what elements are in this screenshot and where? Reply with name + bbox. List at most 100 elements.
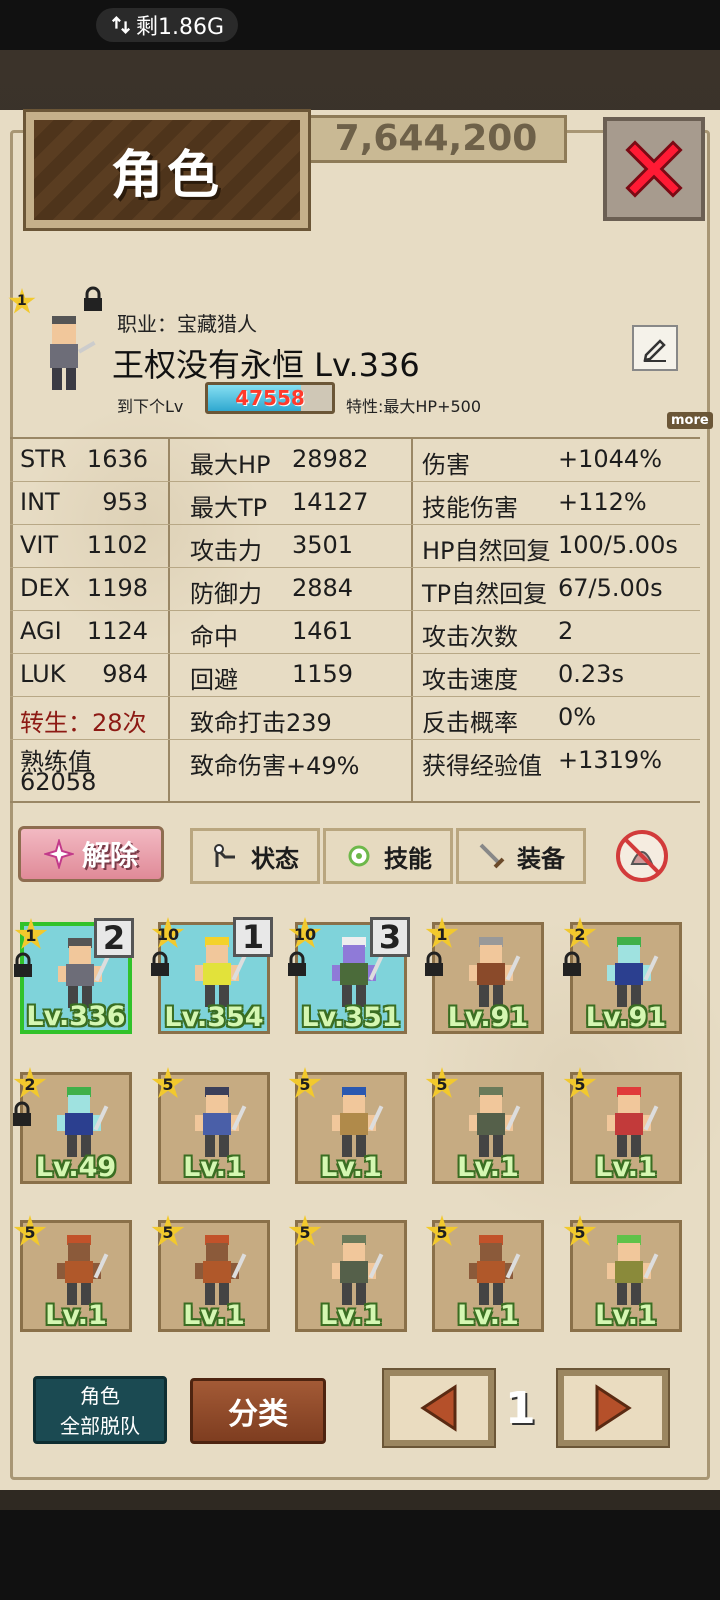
character-level: Lv.1 (183, 1300, 245, 1331)
tab-status[interactable]: 状态 (190, 828, 320, 884)
character-level: Lv.354 (164, 1002, 264, 1033)
star-rank-number: 5 (162, 1223, 174, 1242)
character-header: 1 职业：宝藏猎人 王权没有永恒 Lv.336 到下个Lv 47558 特性:最… (0, 280, 720, 429)
release-label: 解除 (81, 839, 138, 872)
stat-label: 致命打击239 (190, 709, 332, 737)
character-slot[interactable]: 5 Lv.1 (563, 1067, 682, 1184)
character-slot[interactable]: 2 Lv.49 (13, 1067, 132, 1184)
character-slot[interactable]: 5 Lv.1 (425, 1067, 544, 1184)
character-slot[interactable]: 10 3 Lv.351 (288, 917, 410, 1034)
lock-icon (288, 951, 306, 976)
stat-value: +112% (558, 488, 647, 516)
exp-value: 47558 (235, 386, 305, 410)
next-level-label: 到下个Lv (117, 397, 184, 416)
stat-value: 1124 (86, 617, 148, 645)
character-slot[interactable]: 5 Lv.1 (563, 1215, 682, 1332)
star-rank-number: 2 (574, 925, 586, 944)
star-rank-number: 5 (299, 1075, 311, 1094)
dismiss-all-button[interactable]: 角色 全部脱队 (33, 1376, 167, 1444)
character-level: Lv.1 (595, 1300, 657, 1331)
tab-skills[interactable]: 技能 (323, 828, 453, 884)
gold-display: 7,644,200 (305, 115, 567, 163)
stat-value: 1636 (86, 445, 148, 473)
character-slot[interactable]: 5 Lv.1 (13, 1215, 132, 1332)
character-slot[interactable]: 1 2 Lv.336 (14, 918, 134, 1034)
character-portrait (50, 316, 96, 390)
star-rank-number: 5 (162, 1075, 174, 1094)
stats-row: STR 1636 最大HP 28982 伤害 +1044% (10, 439, 700, 482)
character-slot[interactable]: 5 Lv.1 (288, 1067, 407, 1184)
arrow-left-icon (420, 1384, 457, 1432)
stat-value: 0.23s (558, 660, 624, 688)
stat-label: 最大HP (190, 451, 271, 479)
stat-value: 0% (558, 703, 597, 731)
tab-skills-label: 技能 (384, 844, 432, 873)
character-level: Lv.1 (320, 1152, 382, 1183)
stat-label: 防御力 (190, 580, 262, 608)
stat-value: 3501 (292, 531, 354, 559)
sort-button[interactable]: 分类 (190, 1378, 326, 1444)
party-slot-badge: 1 (233, 917, 273, 957)
stat-value: 1461 (292, 617, 354, 645)
edit-name-button[interactable] (632, 325, 678, 371)
sparkle-icon (43, 839, 74, 869)
more-button[interactable]: more (667, 412, 713, 429)
stat-label: 攻击速度 (422, 666, 518, 694)
exp-gain-label: 获得经验值 (422, 752, 542, 780)
character-slot[interactable]: 5 Lv.1 (151, 1215, 270, 1332)
character-slot[interactable]: 1 Lv.91 (425, 917, 544, 1034)
character-name: 王权没有永恒 Lv.336 (112, 346, 420, 384)
release-button[interactable]: 解除 (18, 826, 164, 882)
trait-label: 特性:最大HP+500 (346, 397, 482, 416)
stat-label: 命中 (190, 623, 238, 651)
stat-label: TP自然回复 (422, 580, 548, 608)
page-number: 1 (505, 1383, 536, 1434)
stat-label: 技能伤害 (422, 494, 518, 522)
next-page-button[interactable] (556, 1368, 670, 1448)
skill-gear-icon (348, 845, 370, 867)
character-slot[interactable]: 5 Lv.1 (151, 1067, 270, 1184)
stat-value: 2884 (292, 574, 354, 602)
job-label: 职业：宝藏猎人 (117, 312, 257, 336)
character-slot[interactable]: 5 Lv.1 (288, 1215, 407, 1332)
lock-icon (14, 952, 32, 977)
prev-page-button[interactable] (382, 1368, 496, 1448)
stat-label: VIT (20, 531, 59, 559)
tab-equipment-label: 装备 (517, 844, 565, 873)
character-level: Lv.1 (320, 1300, 382, 1331)
stat-label: INT (20, 488, 60, 516)
close-button[interactable] (603, 117, 705, 221)
data-usage-pill: 剩1.86G (96, 8, 239, 42)
lock-icon (13, 1101, 31, 1126)
character-level: Lv.1 (45, 1300, 107, 1331)
star-rank-number: 5 (24, 1223, 36, 1242)
character-level: Lv.1 (595, 1152, 657, 1183)
character-slot[interactable]: 2 Lv.91 (563, 917, 682, 1034)
stat-label: 反击概率 (422, 709, 518, 737)
stat-label: STR (20, 445, 67, 473)
stats-row: AGI 1124 命中 1461 攻击次数 2 (10, 611, 700, 654)
pencil-icon (643, 339, 666, 362)
status-bar: 剩1.86G (0, 0, 720, 50)
character-slot[interactable]: 5 Lv.1 (425, 1215, 544, 1332)
stats-row: 转生：28次 致命打击239 反击概率 0% (10, 697, 700, 740)
stat-value: 2 (558, 617, 574, 645)
stat-label: 伤害 (422, 451, 470, 479)
character-level: Lv.1 (457, 1152, 519, 1183)
character-slot[interactable]: 10 1 Lv.354 (151, 917, 273, 1034)
lock-icon (563, 951, 581, 976)
stat-value: 1102 (86, 531, 148, 559)
page-title: 角色 (110, 145, 223, 206)
party-slot-badge: 2 (94, 918, 134, 958)
data-remaining-text: 剩1.86G (136, 15, 225, 40)
no-helmet-icon (616, 830, 668, 882)
hide-helmet-toggle[interactable] (612, 828, 672, 884)
stats-row: LUK 984 回避 1159 攻击速度 0.23s (10, 654, 700, 697)
stat-value: +1044% (558, 445, 662, 473)
star-rank-number: 10 (156, 925, 180, 944)
tab-equipment[interactable]: 装备 (456, 828, 586, 884)
star-rank-number: 1 (25, 926, 37, 945)
stat-value: 984 (102, 660, 148, 688)
stats-row: INT 953 最大TP 14127 技能伤害 +112% (10, 482, 700, 525)
party-slot-badge: 3 (370, 917, 410, 957)
